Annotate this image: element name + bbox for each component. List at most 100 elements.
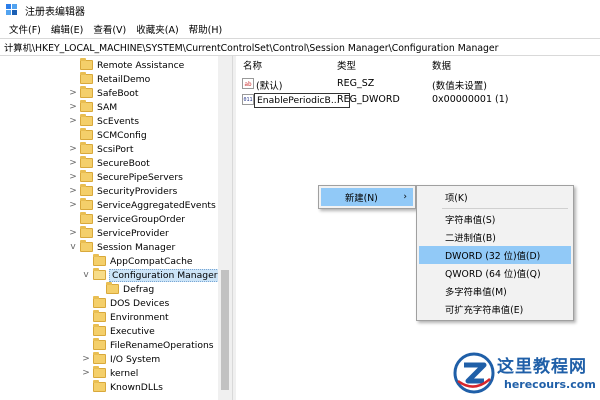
tree-chevron-icon[interactable] xyxy=(68,212,78,226)
value-row-default[interactable]: ab (默认) REG_SZ (数值未设置) xyxy=(237,76,600,92)
tree-item[interactable]: Environment xyxy=(81,310,170,324)
folder-icon xyxy=(80,226,93,238)
folder-icon xyxy=(93,380,106,392)
menu-item-binary-value[interactable]: 二进制值(B) xyxy=(419,228,571,246)
menu-item-string-value[interactable]: 字符串值(S) xyxy=(419,210,571,228)
address-bar[interactable]: 计算机\HKEY_LOCAL_MACHINE\SYSTEM\CurrentCon… xyxy=(0,38,600,56)
tree-item[interactable]: KnownDLLs xyxy=(81,380,164,394)
tree-chevron-icon[interactable] xyxy=(81,296,91,310)
key-tree: Remote Assistance RetailDemo > SafeBoot >… xyxy=(0,56,232,400)
folder-icon xyxy=(93,254,106,266)
tree-item[interactable]: > ScsiPort xyxy=(68,142,134,156)
rename-input[interactable]: EnablePeriodicB... xyxy=(254,93,350,108)
tree-item[interactable]: ServiceGroupOrder xyxy=(68,212,186,226)
tree-chevron-icon[interactable] xyxy=(81,338,91,352)
tree-item[interactable]: > I/O System xyxy=(81,352,161,366)
value-row-enableperiodic[interactable]: 011 EnablePeriodicB... REG_DWORD 0x00000… xyxy=(237,92,600,108)
tree-item[interactable]: AppCompatCache xyxy=(81,254,194,268)
folder-open-icon xyxy=(93,268,106,280)
tree-chevron-icon[interactable]: > xyxy=(81,366,91,380)
menu-file[interactable]: 文件(F) xyxy=(4,22,46,36)
menu-item-expandable-string-value[interactable]: 可扩充字符串值(E) xyxy=(419,300,571,318)
tree-item-session-manager[interactable]: v Session Manager xyxy=(68,240,176,254)
tree-chevron-icon[interactable] xyxy=(81,254,91,268)
folder-icon xyxy=(80,114,93,126)
submenu-arrow-icon: › xyxy=(403,192,407,202)
context-menu: 新建(N) › xyxy=(318,185,416,209)
tree-item[interactable]: > SecureBoot xyxy=(68,156,151,170)
tree-scrollbar[interactable] xyxy=(218,56,232,400)
tree-scroll-thumb[interactable] xyxy=(221,270,229,390)
tree-item[interactable]: > SAM xyxy=(68,100,118,114)
column-header-type[interactable]: 类型 xyxy=(337,58,356,72)
tree-item[interactable]: > kernel xyxy=(81,366,139,380)
menu-help[interactable]: 帮助(H) xyxy=(184,22,228,36)
folder-icon xyxy=(93,296,106,308)
folder-icon xyxy=(80,212,93,224)
menu-item-key[interactable]: 项(K) xyxy=(419,188,571,206)
tree-item[interactable]: > ScEvents xyxy=(68,114,140,128)
folder-icon xyxy=(93,310,106,322)
tree-chevron-icon[interactable]: > xyxy=(68,226,78,240)
watermark-text: 这里教程网 xyxy=(497,357,587,377)
title-bar: 注册表编辑器 xyxy=(0,0,600,20)
tree-item[interactable]: Defrag xyxy=(94,282,155,296)
tree-chevron-icon[interactable]: v xyxy=(68,240,78,254)
menu-item-multi-string-value[interactable]: 多字符串值(M) xyxy=(419,282,571,300)
tree-chevron-icon[interactable]: > xyxy=(68,114,78,128)
value-data: 0x00000001 (1) xyxy=(432,94,509,105)
tree-item[interactable]: > SecurityProviders xyxy=(68,184,178,198)
folder-icon xyxy=(80,58,93,70)
watermark: 这里教程网 herecours.com xyxy=(452,350,600,400)
list-header: 名称 类型 数据 xyxy=(237,56,600,74)
tree-chevron-icon[interactable] xyxy=(81,310,91,324)
tree-item-configuration-manager[interactable]: v Configuration Manager xyxy=(81,268,221,282)
tree-item[interactable]: Executive xyxy=(81,324,156,338)
menu-separator xyxy=(442,208,568,209)
folder-icon xyxy=(80,198,93,210)
tree-item[interactable]: > ServiceAggregatedEvents xyxy=(68,198,217,212)
tree-chevron-icon[interactable]: > xyxy=(68,156,78,170)
tree-chevron-icon[interactable]: > xyxy=(68,142,78,156)
folder-icon xyxy=(93,366,106,378)
folder-icon xyxy=(80,142,93,154)
value-name: (默认) xyxy=(256,81,283,92)
tree-chevron-icon[interactable] xyxy=(81,380,91,394)
folder-icon xyxy=(80,72,93,84)
menu-item-new[interactable]: 新建(N) › xyxy=(321,188,413,206)
tree-item[interactable]: RetailDemo xyxy=(68,72,151,86)
menu-item-dword-value[interactable]: DWORD (32 位)值(D) xyxy=(419,246,571,264)
tree-item[interactable]: > SecurePipeServers xyxy=(68,170,184,184)
value-data: (数值未设置) xyxy=(432,81,487,92)
value-type: REG_SZ xyxy=(337,78,375,89)
tree-chevron-icon[interactable] xyxy=(94,282,104,296)
menu-edit[interactable]: 编辑(E) xyxy=(46,22,88,36)
tree-chevron-icon[interactable]: > xyxy=(68,100,78,114)
tree-chevron-icon[interactable]: v xyxy=(81,268,91,282)
tree-chevron-icon[interactable]: > xyxy=(68,198,78,212)
tree-chevron-icon[interactable]: > xyxy=(68,170,78,184)
tree-item[interactable]: FileRenameOperations xyxy=(81,338,215,352)
folder-icon xyxy=(80,170,93,182)
tree-item[interactable]: Remote Assistance xyxy=(68,58,185,72)
tree-chevron-icon[interactable] xyxy=(81,324,91,338)
tree-chevron-icon[interactable]: > xyxy=(68,86,78,100)
pane-splitter[interactable] xyxy=(232,56,236,400)
watermark-logo-icon xyxy=(453,352,495,394)
tree-chevron-icon[interactable] xyxy=(68,72,78,86)
value-type: REG_DWORD xyxy=(337,94,400,105)
tree-item[interactable]: > ServiceProvider xyxy=(68,226,170,240)
tree-chevron-icon[interactable]: > xyxy=(68,184,78,198)
tree-item[interactable]: DOS Devices xyxy=(81,296,170,310)
menu-view[interactable]: 查看(V) xyxy=(88,22,131,36)
tree-chevron-icon[interactable] xyxy=(68,58,78,72)
tree-chevron-icon[interactable] xyxy=(68,128,78,142)
tree-chevron-icon[interactable]: > xyxy=(81,352,91,366)
folder-icon xyxy=(93,352,106,364)
tree-item[interactable]: > SafeBoot xyxy=(68,86,140,100)
column-header-name[interactable]: 名称 xyxy=(243,58,262,72)
menu-favorites[interactable]: 收藏夹(A) xyxy=(131,22,183,36)
column-header-data[interactable]: 数据 xyxy=(432,58,451,72)
tree-item[interactable]: SCMConfig xyxy=(68,128,148,142)
menu-item-qword-value[interactable]: QWORD (64 位)值(Q) xyxy=(419,264,571,282)
